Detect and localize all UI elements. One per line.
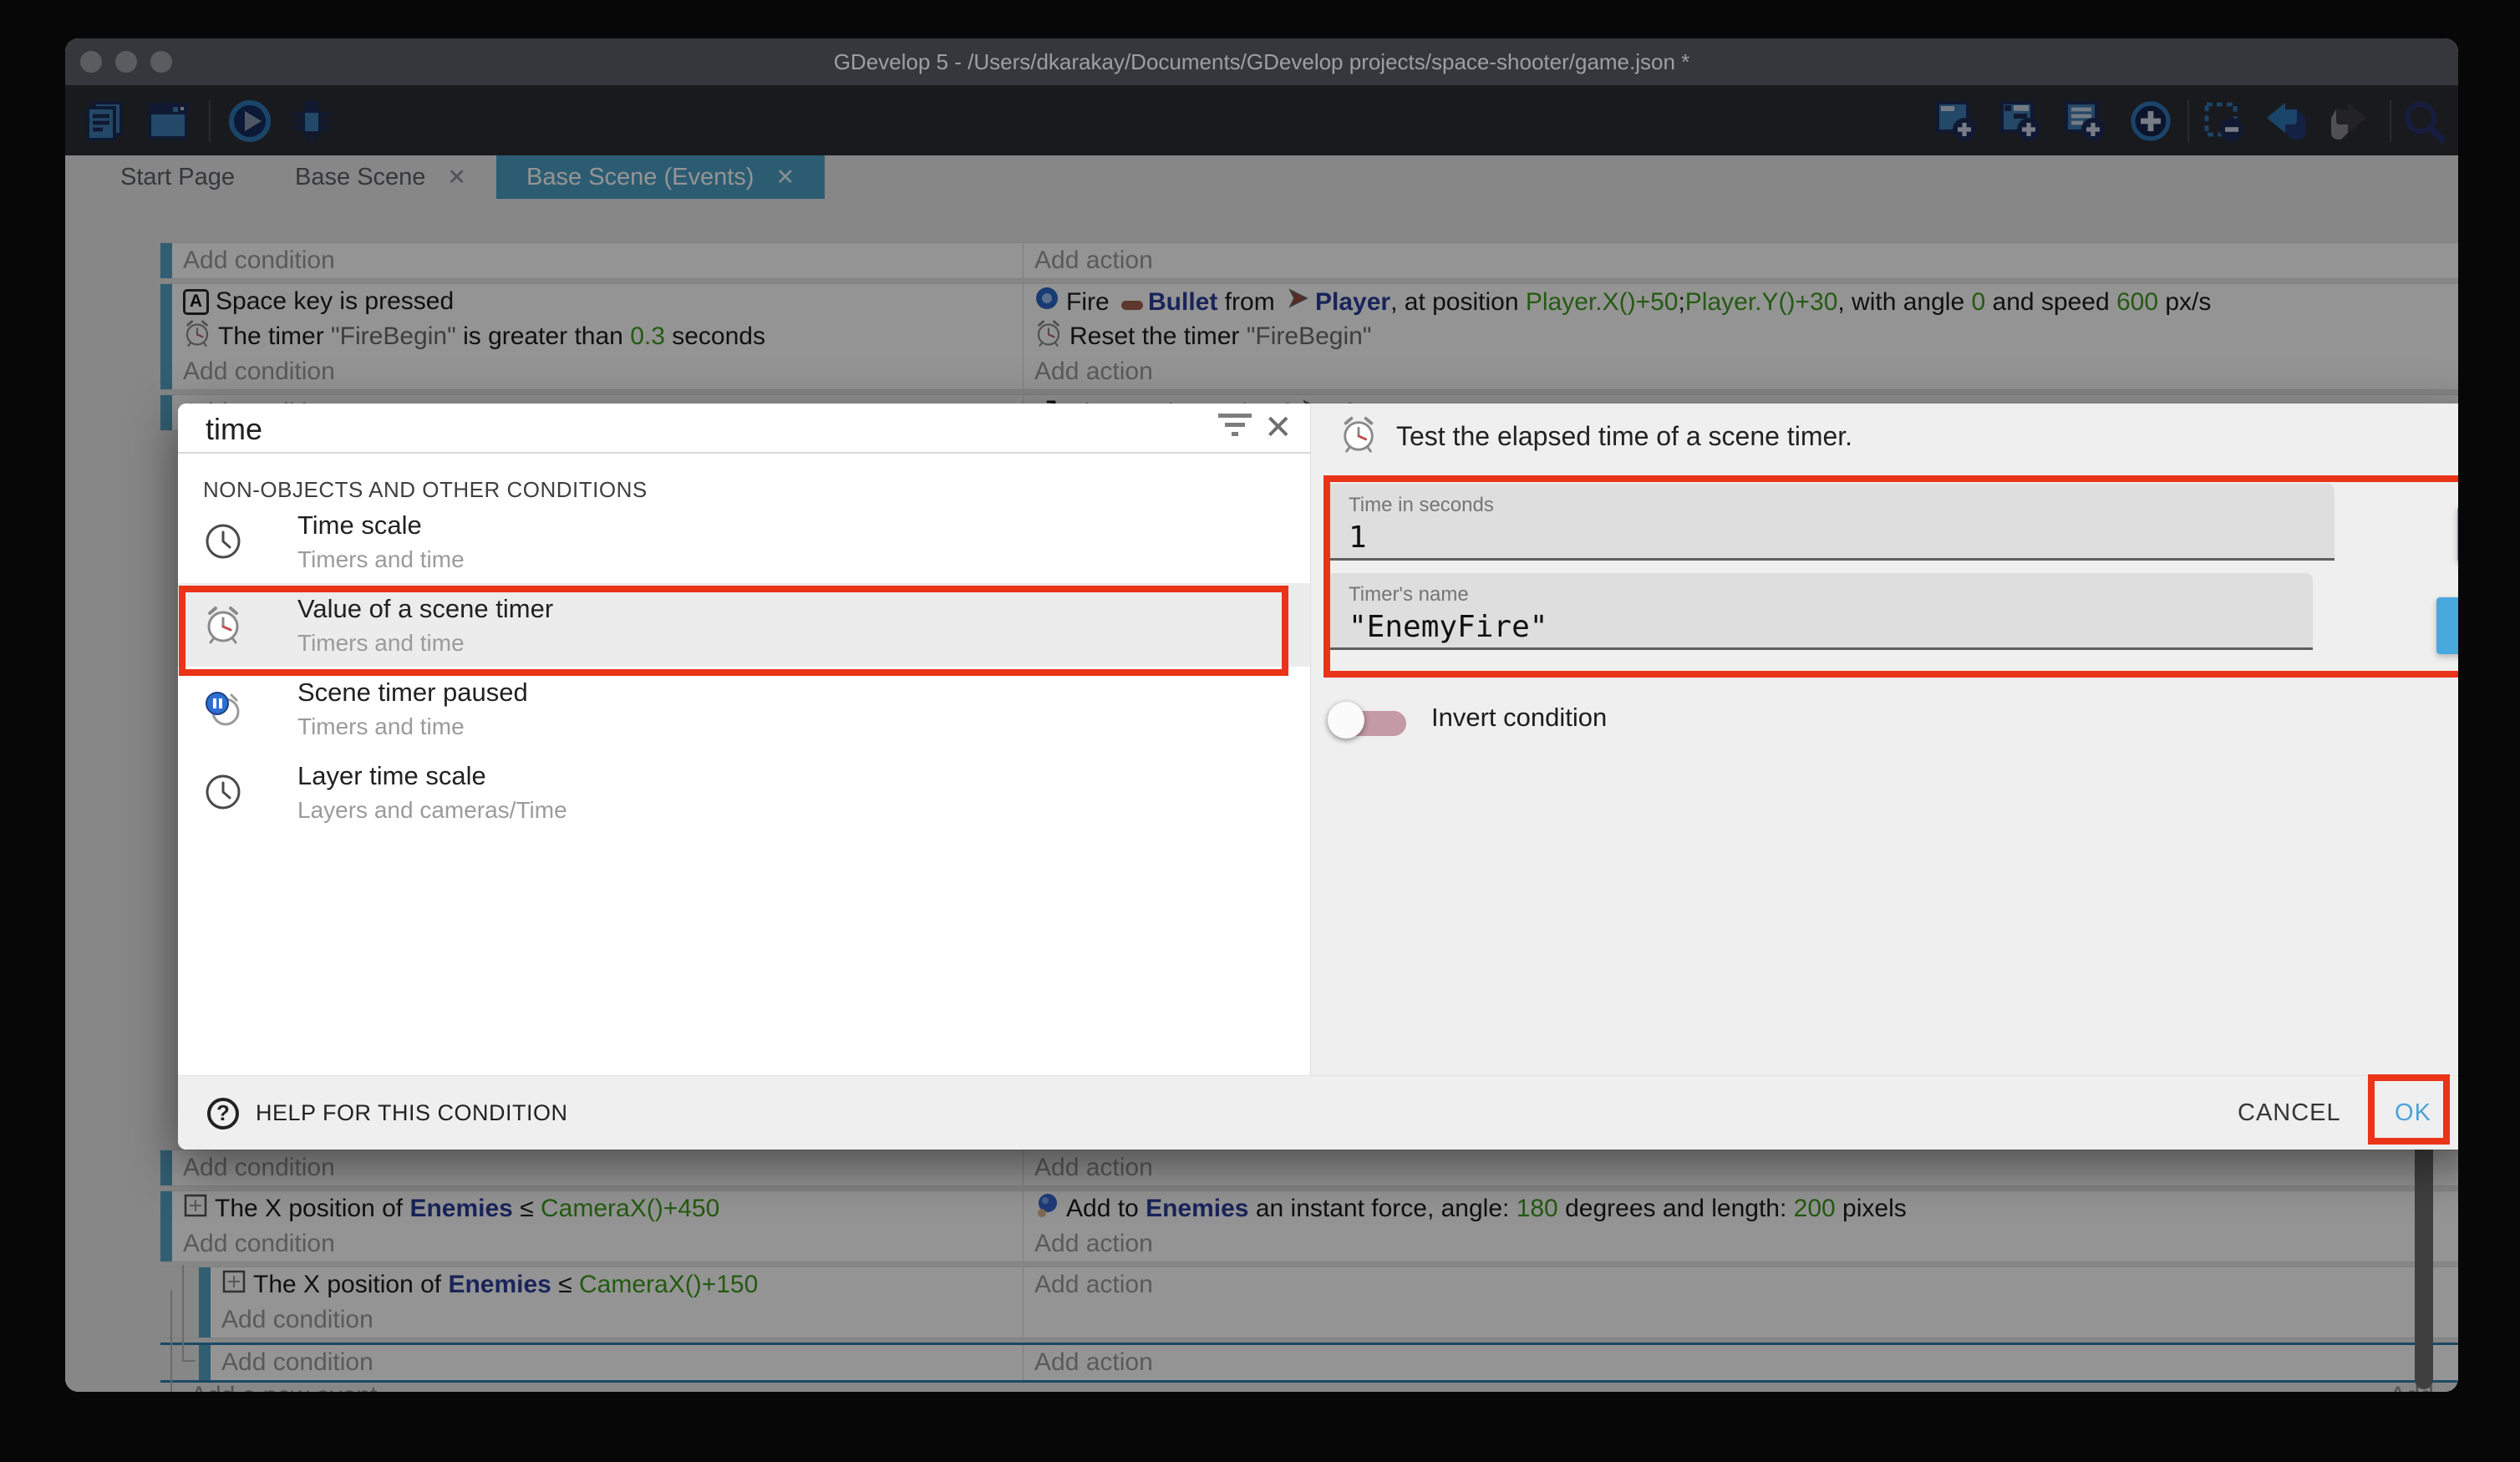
close-icon[interactable]: ✕ <box>1264 409 1293 447</box>
window-title: GDevelop 5 - /Users/dkarakay/Documents/G… <box>65 38 2458 85</box>
item-subtitle: Timers and time <box>297 713 528 740</box>
dialog-footer: ? HELP FOR THIS CONDITION CANCEL OK <box>178 1075 2458 1150</box>
item-title: Scene timer paused <box>297 678 528 708</box>
condition-item-layer-time-scale[interactable]: Layer time scale Layers and cameras/Time <box>178 750 1310 834</box>
help-icon: ? <box>207 1098 239 1129</box>
invert-condition-label: Invert condition <box>1431 703 1607 733</box>
help-button[interactable]: ? HELP FOR THIS CONDITION <box>207 1076 568 1150</box>
item-text: Scene timer paused Timers and time <box>297 678 528 740</box>
item-title: Layer time scale <box>297 761 567 791</box>
app-window: GDevelop 5 - /Users/dkarakay/Documents/G… <box>65 38 2458 1392</box>
search-input[interactable] <box>206 410 1191 449</box>
layer-clock-icon <box>203 772 243 812</box>
cancel-button[interactable]: CANCEL <box>2238 1076 2341 1150</box>
condition-item-time-scale[interactable]: Time scale Timers and time <box>178 500 1310 583</box>
annotation-box-fields <box>1324 475 2458 678</box>
paused-timer-icon <box>203 688 243 728</box>
filter-icon[interactable] <box>1218 414 1252 444</box>
condition-description: Test the elapsed time of a scene timer. <box>1339 415 1852 458</box>
clock-icon <box>203 521 243 561</box>
titlebar: GDevelop 5 - /Users/dkarakay/Documents/G… <box>65 38 2458 85</box>
item-subtitle: Layers and cameras/Time <box>297 797 567 824</box>
annotation-box-ok <box>2368 1074 2450 1145</box>
toggle-knob[interactable] <box>1328 702 1364 739</box>
item-subtitle: Timers and time <box>297 546 465 573</box>
condition-item-scene-timer-paused[interactable]: Scene timer paused Timers and time <box>178 667 1310 750</box>
item-text: Layer time scale Layers and cameras/Time <box>297 761 567 824</box>
condition-list-pane: ✕ NON-OBJECTS AND OTHER CONDITIONS Time … <box>178 404 1310 1075</box>
search-bar: ✕ <box>178 404 1310 454</box>
alarm-clock-icon <box>1339 415 1378 458</box>
condition-title: Test the elapsed time of a scene timer. <box>1396 421 1852 452</box>
item-text: Time scale Timers and time <box>297 510 465 573</box>
item-title: Time scale <box>297 510 465 541</box>
annotation-box-list-item <box>179 586 1288 676</box>
